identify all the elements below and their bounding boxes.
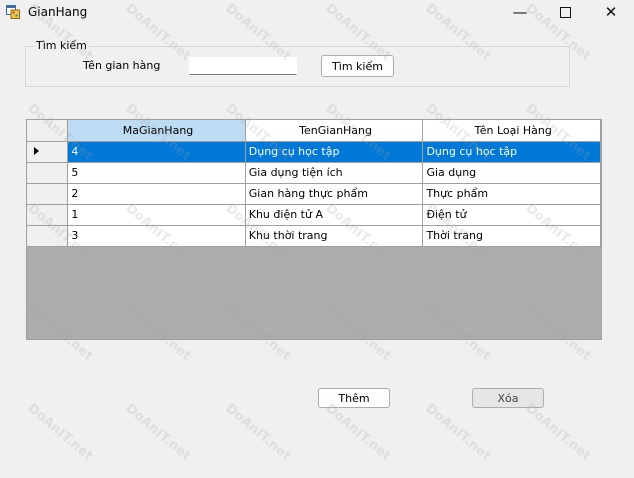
cell-tenloaihang[interactable]: Thời trang xyxy=(422,225,601,247)
table-row[interactable]: 3 Khu thời trang Thời trang xyxy=(27,225,601,247)
title-bar: GianHang — ✕ xyxy=(0,0,634,26)
cell-tenloaihang[interactable]: Điện tử xyxy=(422,204,601,226)
window-title: GianHang xyxy=(28,5,88,19)
maximize-button[interactable] xyxy=(542,0,588,24)
delete-button[interactable]: Xóa xyxy=(472,388,544,408)
table-row[interactable]: 2 Gian hàng thực phẩm Thực phẩm xyxy=(27,183,601,205)
close-icon: ✕ xyxy=(604,3,618,21)
cell-tenloaihang[interactable]: Dụng cụ học tập xyxy=(422,141,601,163)
add-button[interactable]: Thêm xyxy=(318,388,390,408)
column-header-tenloaihang[interactable]: Tên Loại Hàng xyxy=(422,120,601,142)
cell-tengianhang[interactable]: Gian hàng thực phẩm xyxy=(245,183,424,205)
cell-tengianhang[interactable]: Khu điện tử A xyxy=(245,204,424,226)
form-icon xyxy=(6,5,20,19)
triangle-right-icon xyxy=(34,147,39,155)
cell-tengianhang[interactable]: Dụng cụ học tập xyxy=(245,141,424,163)
table-row[interactable]: 4 Dụng cụ học tập Dụng cụ học tập xyxy=(27,141,601,163)
search-button[interactable]: Tìm kiếm xyxy=(321,55,394,77)
watermark-text: DoAnIT.net xyxy=(522,401,594,464)
grid-table: MaGianHang TenGianHang Tên Loại Hàng 4 D… xyxy=(27,120,601,247)
cell-tenloaihang[interactable]: Thực phẩm xyxy=(422,183,601,205)
minimize-icon: — xyxy=(512,3,528,21)
gian-hang-grid[interactable]: MaGianHang TenGianHang Tên Loại Hàng 4 D… xyxy=(26,119,602,340)
watermark-text: DoAnIT.net xyxy=(322,401,394,464)
cell-magianhang[interactable]: 5 xyxy=(67,162,246,184)
cell-tenloaihang[interactable]: Gia dụng xyxy=(422,162,601,184)
row-header[interactable] xyxy=(27,183,69,205)
search-label: Tên gian hàng xyxy=(83,59,161,72)
grid-corner-header[interactable] xyxy=(27,120,69,142)
grid-header-row: MaGianHang TenGianHang Tên Loại Hàng xyxy=(27,120,601,142)
cell-tengianhang[interactable]: Khu thời trang xyxy=(245,225,424,247)
table-row[interactable]: 5 Gia dụng tiện ích Gia dụng xyxy=(27,162,601,184)
row-header[interactable] xyxy=(27,204,69,226)
column-header-tengianhang[interactable]: TenGianHang xyxy=(245,120,424,142)
maximize-icon xyxy=(559,6,571,18)
close-button[interactable]: ✕ xyxy=(588,0,634,24)
row-header[interactable] xyxy=(27,141,69,163)
row-header[interactable] xyxy=(27,162,69,184)
cell-magianhang[interactable]: 4 xyxy=(67,141,246,163)
cell-magianhang[interactable]: 2 xyxy=(67,183,246,205)
row-header[interactable] xyxy=(27,225,69,247)
search-group-title: Tìm kiếm xyxy=(34,39,89,52)
watermark-text: DoAnIT.net xyxy=(422,401,494,464)
watermark-text: DoAnIT.net xyxy=(24,401,96,464)
minimize-button[interactable]: — xyxy=(497,0,543,24)
search-input[interactable] xyxy=(189,57,297,75)
watermark-text: DoAnIT.net xyxy=(222,401,294,464)
cell-tengianhang[interactable]: Gia dụng tiện ích xyxy=(245,162,424,184)
cell-magianhang[interactable]: 1 xyxy=(67,204,246,226)
column-header-magianhang[interactable]: MaGianHang xyxy=(67,120,246,142)
cell-magianhang[interactable]: 3 xyxy=(67,225,246,247)
watermark-text: DoAnIT.net xyxy=(122,401,194,464)
table-row[interactable]: 1 Khu điện tử A Điện tử xyxy=(27,204,601,226)
